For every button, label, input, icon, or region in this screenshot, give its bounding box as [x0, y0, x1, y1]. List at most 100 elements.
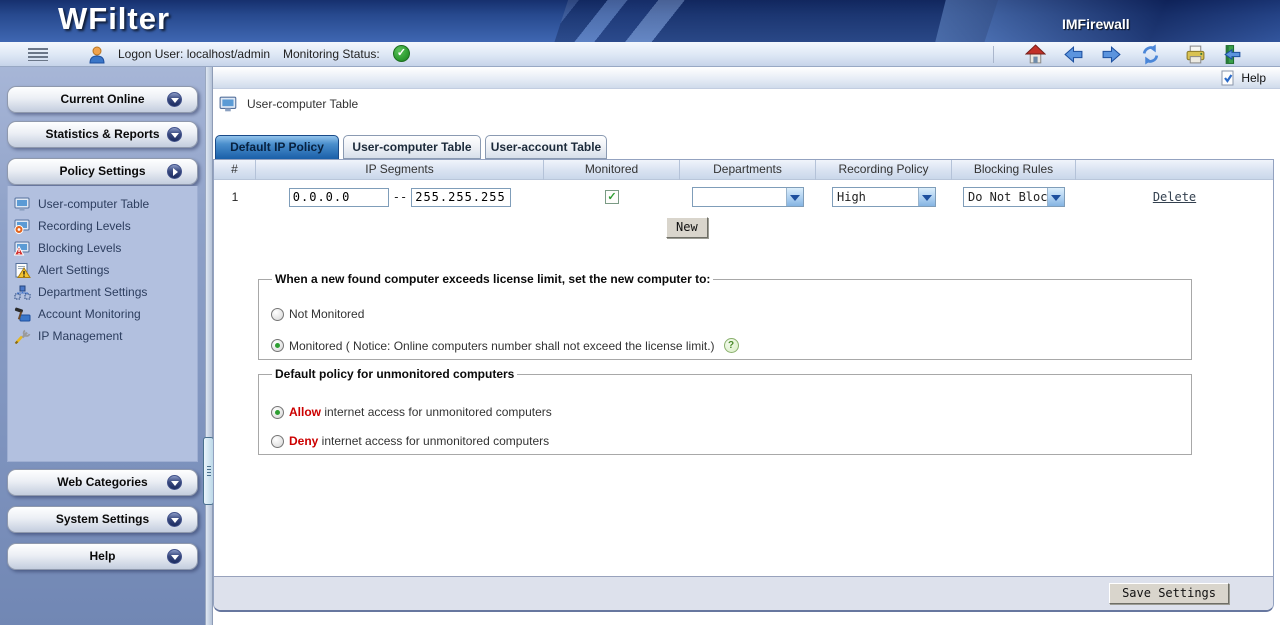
- sidebar-item-department-settings[interactable]: Department Settings: [14, 282, 147, 302]
- help-question-icon[interactable]: ?: [724, 338, 739, 353]
- column-header: Monitored: [544, 160, 680, 180]
- section-label: Help: [89, 549, 115, 563]
- deny-radio[interactable]: [271, 435, 284, 448]
- item-label: User-computer Table: [38, 197, 149, 211]
- section-label: Statistics & Reports: [45, 127, 159, 141]
- option-allow: Allow internet access for unmonitored co…: [271, 405, 1179, 419]
- allow-emphasis: Allow: [289, 405, 321, 419]
- product-name: IMFirewall: [1062, 16, 1130, 32]
- breadcrumb-label: User-computer Table: [247, 97, 358, 111]
- help-link[interactable]: Help: [1220, 70, 1266, 86]
- ip-range-separator: --: [393, 190, 407, 204]
- sidebar-item-user-computer-table[interactable]: User-computer Table: [14, 194, 149, 214]
- column-header: #: [214, 160, 256, 180]
- logon-user-label: Logon User: localhost/admin: [118, 47, 270, 61]
- toolbar-divider: [993, 46, 994, 63]
- home-icon[interactable]: [1025, 44, 1046, 65]
- breadcrumb: User-computer Table: [219, 93, 358, 115]
- forward-arrow-icon[interactable]: [1101, 44, 1122, 65]
- delete-link[interactable]: Delete: [1153, 190, 1196, 204]
- select-value: [693, 188, 786, 206]
- default-policy-legend: Default policy for unmonitored computers: [272, 367, 517, 381]
- chevron-right-icon: [167, 164, 182, 179]
- logout-icon[interactable]: [1222, 44, 1243, 65]
- tab-default-ip-policy[interactable]: Default IP Policy: [215, 135, 339, 159]
- deny-emphasis: Deny: [289, 434, 318, 448]
- option-label: Not Monitored: [289, 307, 364, 321]
- sidebar-item-ip-management[interactable]: IP Management: [14, 326, 123, 346]
- sidebar-section-web-categories[interactable]: Web Categories: [7, 469, 198, 496]
- tab-user-account-table[interactable]: User-account Table: [485, 135, 607, 159]
- item-label: IP Management: [38, 329, 123, 343]
- column-header: Departments: [680, 160, 816, 180]
- table-header-row: # IP Segments Monitored Departments Reco…: [214, 160, 1273, 180]
- ip-end-input[interactable]: [411, 188, 511, 207]
- ip-start-input[interactable]: [289, 188, 389, 207]
- item-label: Department Settings: [38, 285, 147, 299]
- option-deny: Deny internet access for unmonitored com…: [271, 434, 1179, 448]
- blocking-levels-icon: [14, 241, 31, 256]
- sidebar-item-recording-levels[interactable]: Recording Levels: [14, 216, 131, 236]
- select-value: High: [833, 188, 918, 206]
- select-value: Do Not Block: [964, 188, 1047, 206]
- back-arrow-icon[interactable]: [1063, 44, 1084, 65]
- computer-icon: [219, 96, 238, 113]
- sidebar-item-account-monitoring[interactable]: Account Monitoring: [14, 304, 141, 324]
- option-label: Monitored ( Notice: Online computers num…: [289, 339, 715, 353]
- menu-lines-icon[interactable]: [28, 48, 48, 61]
- item-label: Alert Settings: [38, 263, 109, 277]
- sidebar: Current Online Statistics & Reports Poli…: [0, 67, 205, 625]
- sidebar-section-system-settings[interactable]: System Settings: [7, 506, 198, 533]
- section-label: Current Online: [60, 92, 144, 106]
- main-content: Help User-computer Table Default IP Poli…: [213, 67, 1280, 625]
- option-not-monitored: Not Monitored: [271, 307, 1179, 321]
- monitored-radio[interactable]: [271, 339, 284, 352]
- new-button[interactable]: New: [666, 217, 708, 238]
- status-ok-icon: ✓: [393, 45, 410, 62]
- blocking-rules-select[interactable]: Do Not Block: [963, 187, 1065, 207]
- department-settings-icon: [14, 285, 31, 300]
- printer-icon[interactable]: [1185, 44, 1206, 65]
- item-label: Account Monitoring: [38, 307, 141, 321]
- chevron-down-icon: [918, 188, 935, 206]
- option-label: Allow internet access for unmonitored co…: [289, 405, 552, 419]
- computer-icon: [14, 197, 31, 212]
- column-header: IP Segments: [256, 160, 544, 180]
- chevron-down-icon: [167, 512, 182, 527]
- not-monitored-radio[interactable]: [271, 308, 284, 321]
- column-header: Blocking Rules: [952, 160, 1076, 180]
- sidebar-section-policy-settings[interactable]: Policy Settings: [7, 158, 198, 185]
- header-artwork: [549, 0, 1002, 42]
- recording-policy-select[interactable]: High: [832, 187, 936, 207]
- account-monitoring-icon: [14, 307, 31, 322]
- sidebar-item-alert-settings[interactable]: Alert Settings: [14, 260, 109, 280]
- alert-settings-icon: [14, 263, 31, 278]
- ip-management-icon: [14, 329, 31, 344]
- sidebar-splitter[interactable]: [205, 67, 213, 625]
- row-number: 1: [214, 190, 256, 204]
- refresh-icon[interactable]: [1140, 44, 1161, 65]
- save-settings-button[interactable]: Save Settings: [1109, 583, 1229, 604]
- sidebar-section-statistics-reports[interactable]: Statistics & Reports: [7, 121, 198, 148]
- allow-radio[interactable]: [271, 406, 284, 419]
- monitoring-status-label: Monitoring Status:: [283, 47, 380, 61]
- sidebar-section-current-online[interactable]: Current Online: [7, 86, 198, 113]
- departments-select[interactable]: [692, 187, 804, 207]
- section-label: Policy Settings: [59, 164, 145, 178]
- option-monitored: Monitored ( Notice: Online computers num…: [271, 338, 1179, 353]
- help-band: Help: [213, 67, 1280, 89]
- sidebar-section-help[interactable]: Help: [7, 543, 198, 570]
- chevron-down-icon: [167, 549, 182, 564]
- recording-levels-icon: [14, 219, 31, 234]
- license-limit-legend: When a new found computer exceeds licens…: [272, 272, 713, 286]
- tab-user-computer-table[interactable]: User-computer Table: [343, 135, 481, 159]
- table-row: 1 -- ✓ High: [214, 181, 1273, 213]
- app-logo: WFilter: [58, 1, 170, 37]
- column-header: [1076, 160, 1273, 180]
- chevron-down-icon: [1047, 188, 1064, 206]
- item-label: Recording Levels: [38, 219, 131, 233]
- sidebar-item-blocking-levels[interactable]: Blocking Levels: [14, 238, 121, 258]
- monitored-checkbox[interactable]: ✓: [605, 190, 619, 204]
- chevron-down-icon: [167, 475, 182, 490]
- default-policy-fieldset: Default policy for unmonitored computers…: [258, 367, 1192, 455]
